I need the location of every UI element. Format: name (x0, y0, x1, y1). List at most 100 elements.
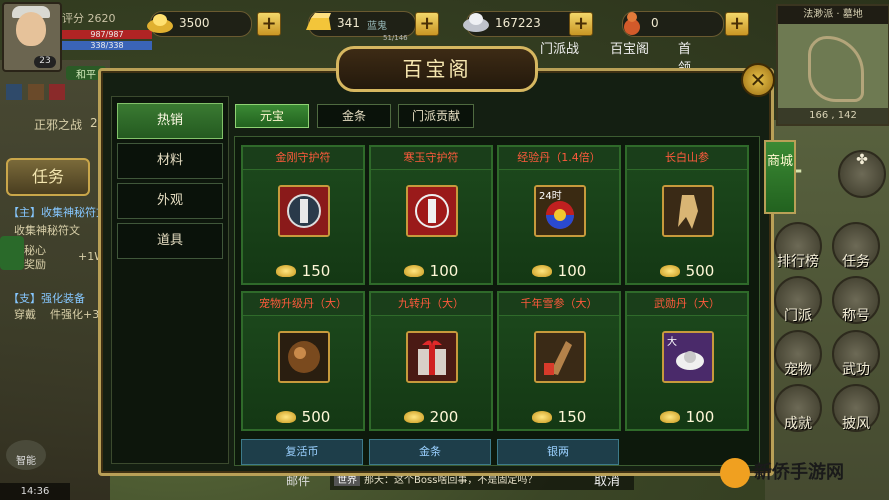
achievement-label: 成就 (784, 416, 812, 432)
category-sidebar: 热销 材料 外观 道具 (111, 96, 229, 464)
pet-label: 宠物 (784, 362, 812, 378)
minimap-coord: 166 , 142 (778, 108, 888, 124)
item-card[interactable]: 经验丹（1.4倍） 24时 100 (497, 145, 621, 285)
item-card-partial[interactable]: 金条 (369, 439, 491, 465)
player-avatar[interactable]: 23 (2, 2, 62, 72)
gold-bar-resource: 341 蓝鬼 51/146 (306, 11, 416, 42)
category-appearance[interactable]: 外观 (117, 183, 223, 219)
item-name: 宠物升级丹（大） (243, 293, 363, 316)
yuanbao-icon (275, 265, 296, 277)
top-menu: 门派战 百宝阁 首领 (540, 38, 700, 76)
title-label: 称号 (842, 308, 870, 324)
skill-button[interactable]: 武功 (832, 330, 880, 378)
item-price-value: 150 (557, 408, 587, 426)
watermark-logo-icon (720, 458, 750, 488)
item-card[interactable]: 千年雪参（大） 150 (497, 291, 621, 431)
item-card-partial[interactable]: 复活币 (241, 439, 363, 465)
clover-icon[interactable]: ✤ (838, 150, 886, 198)
menu-treasure[interactable]: 百宝阁 (610, 38, 649, 57)
category-props[interactable]: 道具 (117, 223, 223, 259)
item-card[interactable]: 武勋丹（大） 大 100 (625, 291, 749, 431)
side-label-2: 奖励 (24, 258, 46, 271)
quest-main-title[interactable]: 【主】收集神秘符文 (8, 204, 107, 220)
quest-label: 任务 (842, 254, 870, 270)
talisman-icon (278, 185, 330, 237)
task-label: 任务 (31, 167, 64, 186)
item-card[interactable]: 寒玉守护符 100 (369, 145, 493, 285)
quest-side-line-b[interactable]: 件强化+3 (50, 306, 99, 322)
close-button[interactable]: ✕ (741, 63, 775, 97)
add-silver-button[interactable]: + (569, 12, 593, 36)
item-card[interactable]: 九转丹（大） 200 (369, 291, 493, 431)
gold-bar-value: 341 (337, 16, 360, 30)
watermark-text: 新侨手游网 (754, 462, 844, 483)
other-player-hp: 51/146 (383, 34, 408, 42)
category-hot[interactable]: 热销 (117, 103, 223, 139)
player-level: 23 (34, 56, 56, 68)
other-player-name: 蓝鬼 (367, 21, 387, 32)
minimap-title: 法渺派 · 墓地 (778, 6, 888, 24)
add-gourd-button[interactable]: + (725, 12, 749, 36)
mp-bar: 338/338 (62, 41, 152, 50)
minimap[interactable]: 法渺派 · 墓地 166 , 142 (776, 4, 889, 126)
yuanbao-icon (275, 411, 296, 423)
task-button[interactable]: 任务 (6, 158, 90, 196)
rank-label: 排行榜 (777, 254, 819, 270)
silver-icon (463, 13, 489, 32)
category-material[interactable]: 材料 (117, 143, 223, 179)
chat-message: 那天：这个Boss啥回事，不是固定吗？ (364, 475, 538, 486)
item-card[interactable]: 宠物升级丹（大） 500 (241, 291, 365, 431)
yuanbao-icon (531, 411, 552, 423)
quest-side-line[interactable]: 穿戴 (14, 306, 36, 322)
tab-sect-contribution[interactable]: 门派贡献 (398, 104, 474, 128)
minimap-road (808, 36, 864, 102)
pet-button[interactable]: 宠物 (774, 330, 822, 378)
buff-icon (6, 84, 22, 100)
watermark: 新侨手游网 (720, 458, 886, 498)
hp-bar: 987/987 (62, 30, 152, 39)
item-price-value: 500 (301, 408, 331, 426)
tab-yuanbao[interactable]: 元宝 (235, 104, 309, 128)
item-card[interactable]: 金刚守护符 150 (241, 145, 365, 285)
exp-pill-icon: 24时 (534, 185, 586, 237)
item-price: 150 (499, 405, 619, 429)
item-name: 金刚守护符 (243, 147, 363, 170)
tab-mall[interactable]: 商城 (764, 140, 796, 214)
tab-gold-bar[interactable]: 金条 (317, 104, 391, 128)
item-price-value: 150 (301, 262, 331, 280)
item-card-partial[interactable]: 银两 (497, 439, 619, 465)
quest-button[interactable]: 任务 (832, 222, 880, 270)
merit-pill-icon: 大 (662, 331, 714, 383)
menu-sect-war[interactable]: 门派战 (540, 38, 579, 57)
talisman-icon (406, 185, 458, 237)
item-card[interactable]: 长白山参 500 (625, 145, 749, 285)
item-price: 500 (243, 405, 363, 429)
skill-label: 武功 (842, 362, 870, 378)
sect-button[interactable]: 门派 (774, 276, 822, 324)
quest-side-title[interactable]: 【支】强化装备 (8, 290, 85, 306)
panel-title: 百宝阁 (336, 46, 538, 92)
cape-label: 披风 (842, 416, 870, 432)
item-name: 千年雪参（大） (499, 293, 619, 316)
quest-main-line[interactable]: 收集神秘符文 (14, 222, 80, 238)
item-price-value: 100 (557, 262, 587, 280)
item-price-value: 100 (685, 408, 715, 426)
face-icon (16, 12, 46, 46)
yuanbao-value: 3500 (179, 16, 210, 30)
title-button[interactable]: 称号 (832, 276, 880, 324)
item-name: 寒玉守护符 (371, 147, 491, 170)
cape-button[interactable]: 披风 (832, 384, 880, 432)
buff-icon (49, 84, 65, 100)
reward-icon[interactable] (0, 236, 24, 270)
rank-button[interactable]: 排行榜 (774, 222, 822, 270)
item-price-value: 100 (429, 262, 459, 280)
gourd-value: 0 (651, 16, 659, 30)
ginseng-icon (662, 185, 714, 237)
achievement-button[interactable]: 成就 (774, 384, 822, 432)
item-price: 100 (627, 405, 747, 429)
item-name: 武勋丹（大） (627, 293, 747, 316)
add-yuanbao-button[interactable]: + (257, 12, 281, 36)
smart-button[interactable]: 智能 (6, 440, 46, 470)
buff-icons (6, 84, 98, 104)
add-gold-button[interactable]: + (415, 12, 439, 36)
